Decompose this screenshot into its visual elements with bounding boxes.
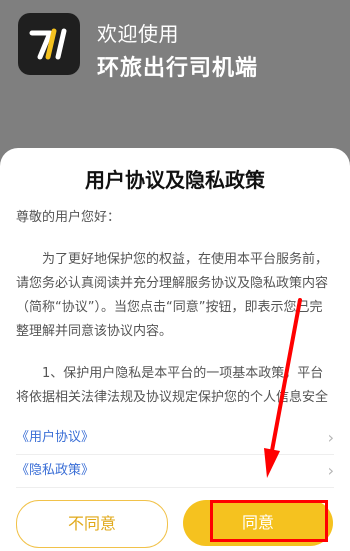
greeting-text: 尊敬的用户您好： xyxy=(16,210,121,225)
annotation-highlight-box xyxy=(210,500,328,542)
app-name: 环旅出行司机端 xyxy=(97,56,259,81)
privacy-policy-label: 《隐私政策》 xyxy=(16,463,95,478)
privacy-dialog: 用户协议及隐私政策 尊敬的用户您好： 为了更好地保护您的权益，在使用本平台服务前… xyxy=(0,148,350,551)
user-agreement-link[interactable]: 《用户协议》 › xyxy=(16,422,334,455)
dialog-title: 用户协议及隐私政策 xyxy=(85,168,265,192)
chevron-right-icon: › xyxy=(327,461,334,480)
disagree-button[interactable]: 不同意 xyxy=(16,500,168,548)
app-header: 欢迎使用 环旅出行司机端 xyxy=(0,0,350,130)
chevron-right-icon: › xyxy=(327,428,334,447)
app-logo-icon xyxy=(18,13,80,75)
privacy-paragraph: 1、保护用户隐私是本平台的一项基本政策，平台将依据相关法律法规及协议规定保护您的… xyxy=(16,366,329,405)
welcome-text: 欢迎使用 xyxy=(97,22,179,46)
intro-paragraph: 为了更好地保护您的权益，在使用本平台服务前，请您务必认真阅读并充分理解服务协议及… xyxy=(16,252,329,339)
user-agreement-label: 《用户协议》 xyxy=(16,430,95,445)
privacy-policy-link[interactable]: 《隐私政策》 › xyxy=(16,455,334,488)
